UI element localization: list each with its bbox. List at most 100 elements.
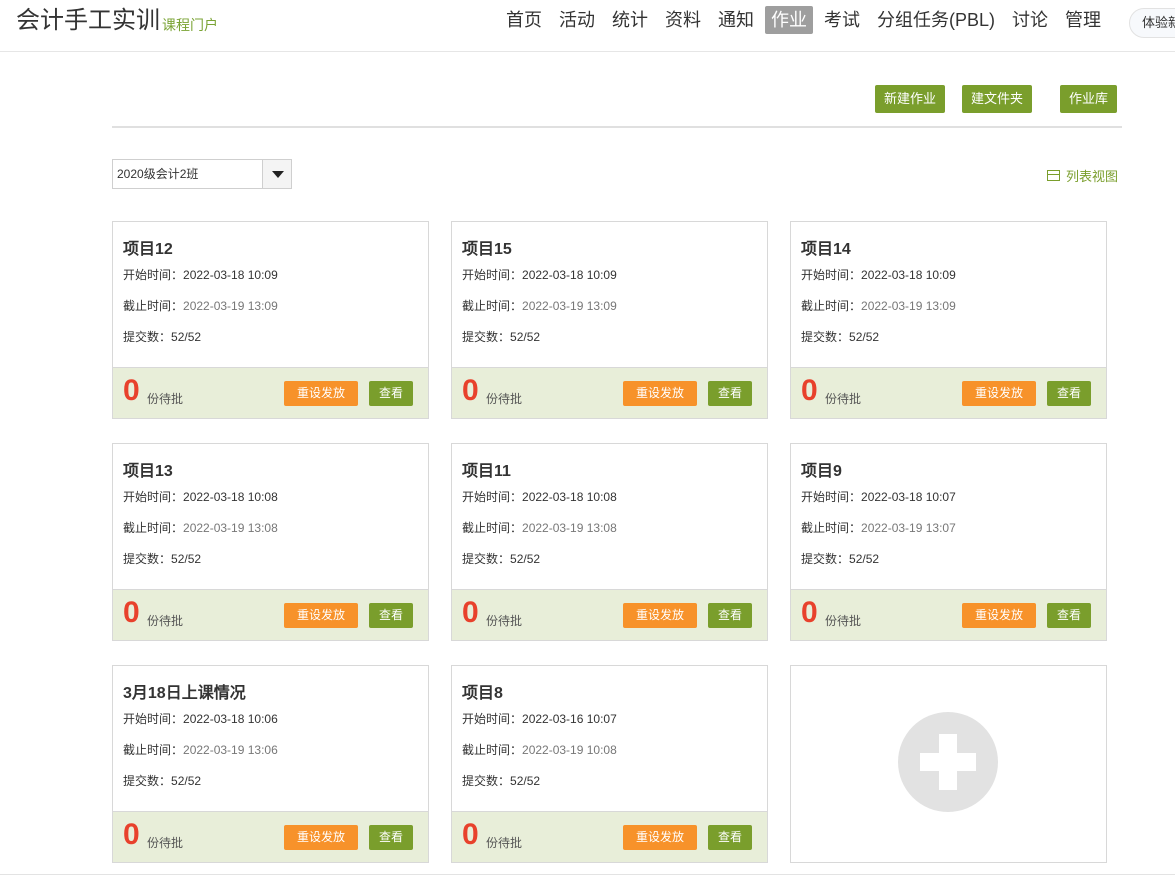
reset-release-button[interactable]: 重设发放 bbox=[284, 825, 358, 850]
homework-card: 项目11 开始时间：2022-03-18 10:08 截止时间：2022-03-19… bbox=[451, 443, 768, 641]
end-time-value: 2022-03-19 13:09 bbox=[522, 299, 617, 313]
submitted-row: 提交数：52/52 bbox=[801, 328, 879, 345]
homework-title[interactable]: 项目8 bbox=[462, 679, 503, 703]
view-button[interactable]: 查看 bbox=[369, 825, 413, 850]
homework-title[interactable]: 项目11 bbox=[462, 457, 511, 481]
nav-home[interactable]: 首页 bbox=[500, 6, 548, 34]
homework-card: 项目14 开始时间：2022-03-18 10:09 截止时间：2022-03-19… bbox=[790, 221, 1107, 419]
view-button[interactable]: 查看 bbox=[1047, 603, 1091, 628]
view-button[interactable]: 查看 bbox=[369, 603, 413, 628]
start-time-row: 开始时间：2022-03-18 10:08 bbox=[462, 488, 617, 505]
start-time-value: 2022-03-18 10:09 bbox=[522, 268, 617, 282]
submitted-row: 提交数：52/52 bbox=[462, 328, 540, 345]
list-view-toggle[interactable]: 列表视图 bbox=[1047, 166, 1118, 185]
new-homework-button[interactable]: 新建作业 bbox=[875, 85, 946, 113]
homework-title[interactable]: 项目13 bbox=[123, 457, 173, 481]
end-time-value: 2022-03-19 13:09 bbox=[183, 299, 278, 313]
bottom-divider bbox=[0, 874, 1175, 875]
nav-homework[interactable]: 作业 bbox=[765, 6, 813, 34]
end-time-label: 截止时间： bbox=[123, 299, 184, 313]
pending-count: 0 bbox=[123, 374, 140, 407]
end-time-row: 截止时间：2022-03-19 13:09 bbox=[462, 297, 617, 314]
start-time-label: 开始时间： bbox=[801, 268, 862, 282]
view-button[interactable]: 查看 bbox=[708, 381, 752, 406]
homework-title[interactable]: 项目12 bbox=[123, 235, 173, 259]
start-time-row: 开始时间：2022-03-18 10:08 bbox=[123, 488, 278, 505]
list-view-label: 列表视图 bbox=[1066, 169, 1119, 184]
pending-count: 0 bbox=[462, 596, 479, 629]
try-new-version-button[interactable]: 体验新版 bbox=[1129, 8, 1175, 38]
card-footer: 0 份待批 重设发放 查看 bbox=[452, 589, 767, 640]
view-button[interactable]: 查看 bbox=[708, 825, 752, 850]
nav-activities[interactable]: 活动 bbox=[553, 6, 601, 34]
nav-manage[interactable]: 管理 bbox=[1059, 6, 1107, 34]
card-footer: 0 份待批 重设发放 查看 bbox=[452, 367, 767, 418]
homework-card: 项目9 开始时间：2022-03-18 10:07 截止时间：2022-03-19 … bbox=[790, 443, 1107, 641]
end-time-value: 2022-03-19 13:08 bbox=[183, 521, 278, 535]
end-time-value: 2022-03-19 10:08 bbox=[522, 743, 617, 757]
end-time-row: 截止时间：2022-03-19 13:08 bbox=[462, 519, 617, 536]
homework-title[interactable]: 项目15 bbox=[462, 235, 512, 259]
pending-count: 0 bbox=[462, 374, 479, 407]
homework-title[interactable]: 3月18日上课情况 bbox=[123, 679, 246, 703]
start-time-label: 开始时间： bbox=[123, 490, 184, 504]
start-time-value: 2022-03-16 10:07 bbox=[522, 712, 617, 726]
submitted-row: 提交数：52/52 bbox=[462, 772, 540, 789]
end-time-label: 截止时间： bbox=[801, 299, 862, 313]
nav-group-tasks[interactable]: 分组任务(PBL) bbox=[871, 6, 1001, 34]
reset-release-button[interactable]: 重设发放 bbox=[962, 381, 1036, 406]
nav-discussion[interactable]: 讨论 bbox=[1006, 6, 1054, 34]
course-portal-label[interactable]: 课程门户 bbox=[162, 16, 218, 34]
start-time-value: 2022-03-18 10:08 bbox=[522, 490, 617, 504]
course-title[interactable]: 会计手工实训 bbox=[16, 6, 160, 36]
homework-card: 项目13 开始时间：2022-03-18 10:08 截止时间：2022-03-19… bbox=[112, 443, 429, 641]
reset-release-button[interactable]: 重设发放 bbox=[962, 603, 1036, 628]
homework-card: 项目15 开始时间：2022-03-18 10:09 截止时间：2022-03-19… bbox=[451, 221, 768, 419]
add-homework-card[interactable] bbox=[790, 665, 1107, 863]
nav-exams[interactable]: 考试 bbox=[818, 6, 866, 34]
submitted-count: 52/52 bbox=[510, 552, 541, 566]
start-time-row: 开始时间：2022-03-18 10:06 bbox=[123, 710, 278, 727]
submitted-label: 提交数： bbox=[123, 552, 172, 566]
reset-release-button[interactable]: 重设发放 bbox=[284, 603, 358, 628]
end-time-label: 截止时间： bbox=[801, 521, 862, 535]
view-button[interactable]: 查看 bbox=[369, 381, 413, 406]
start-time-row: 开始时间：2022-03-18 10:09 bbox=[462, 266, 617, 283]
submitted-label: 提交数： bbox=[123, 774, 172, 788]
reset-release-button[interactable]: 重设发放 bbox=[623, 825, 697, 850]
reset-release-button[interactable]: 重设发放 bbox=[623, 381, 697, 406]
pending-label: 份待批 bbox=[147, 836, 184, 850]
new-folder-button[interactable]: 建文件夹 bbox=[962, 85, 1033, 113]
nav-statistics[interactable]: 统计 bbox=[606, 6, 654, 34]
start-time-label: 开始时间： bbox=[462, 712, 523, 726]
start-time-label: 开始时间： bbox=[123, 268, 184, 282]
start-time-label: 开始时间： bbox=[462, 268, 523, 282]
pending-label: 份待批 bbox=[486, 836, 523, 850]
start-time-row: 开始时间：2022-03-18 10:09 bbox=[123, 266, 278, 283]
submitted-row: 提交数：52/52 bbox=[801, 550, 879, 567]
pending-label: 份待批 bbox=[486, 392, 523, 406]
submitted-count: 52/52 bbox=[510, 330, 541, 344]
view-button[interactable]: 查看 bbox=[1047, 381, 1091, 406]
start-time-row: 开始时间：2022-03-18 10:09 bbox=[801, 266, 956, 283]
homework-title[interactable]: 项目9 bbox=[801, 457, 842, 481]
submitted-count: 52/52 bbox=[171, 774, 202, 788]
nav-materials[interactable]: 资料 bbox=[659, 6, 707, 34]
nav-notices[interactable]: 通知 bbox=[712, 6, 760, 34]
reset-release-button[interactable]: 重设发放 bbox=[284, 381, 358, 406]
homework-title[interactable]: 项目14 bbox=[801, 235, 851, 259]
reset-release-button[interactable]: 重设发放 bbox=[623, 603, 697, 628]
submitted-label: 提交数： bbox=[801, 552, 850, 566]
end-time-value: 2022-03-19 13:06 bbox=[183, 743, 278, 757]
class-select[interactable]: 2020级会计2班 bbox=[112, 159, 292, 189]
pending-label: 份待批 bbox=[486, 614, 523, 628]
homework-card: 项目8 开始时间：2022-03-16 10:07 截止时间：2022-03-19 … bbox=[451, 665, 768, 863]
course-brand[interactable]: 会计手工实训 课程门户 bbox=[16, 6, 218, 36]
end-time-label: 截止时间： bbox=[123, 743, 184, 757]
submitted-count: 52/52 bbox=[849, 552, 880, 566]
view-button[interactable]: 查看 bbox=[708, 603, 752, 628]
chevron-down-icon[interactable] bbox=[262, 160, 291, 188]
start-time-row: 开始时间：2022-03-18 10:07 bbox=[801, 488, 956, 505]
homework-library-button[interactable]: 作业库 bbox=[1060, 85, 1118, 113]
main-nav: 首页 活动 统计 资料 通知 作业 考试 分组任务(PBL) 讨论 管理 bbox=[500, 6, 1112, 34]
